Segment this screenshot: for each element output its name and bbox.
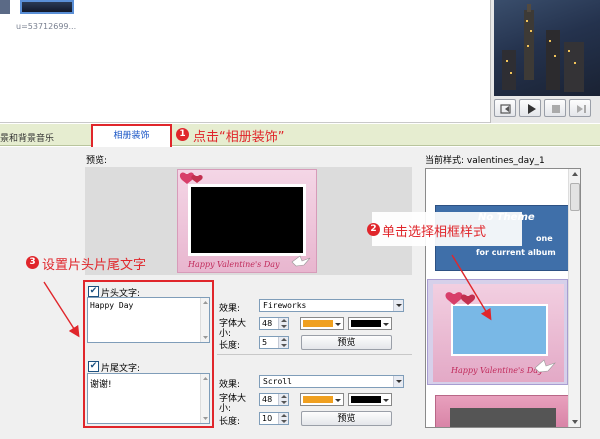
tail-text-color-swatch <box>303 396 333 403</box>
tail-length-stepper[interactable]: 10 <box>259 412 289 425</box>
head-preview-button[interactable]: 预览 <box>301 335 392 350</box>
head-length-label: 长度: <box>219 341 241 351</box>
tail-effect-value: Scroll <box>263 377 292 386</box>
tail-text-input[interactable]: 谢谢! <box>87 373 210 424</box>
head-length-value: 5 <box>262 338 268 347</box>
head-effect-label: 效果: <box>219 304 241 314</box>
head-text-value: Happy Day <box>90 301 134 310</box>
head-text-input[interactable]: Happy Day <box>87 297 210 343</box>
stepper-arrows-icon <box>281 319 287 328</box>
chevron-down-icon <box>383 323 389 326</box>
head-text-color-picker[interactable] <box>300 317 344 330</box>
tail-preview-button[interactable]: 预览 <box>301 411 392 426</box>
head-effect-value: Fireworks <box>263 301 307 310</box>
tail-effect-select[interactable]: Scroll <box>259 375 404 388</box>
tail-bg-color-picker[interactable] <box>348 393 392 406</box>
chevron-down-icon <box>335 399 341 402</box>
tail-length-value: 10 <box>262 414 273 423</box>
tail-size-label-b: 小: <box>219 404 232 414</box>
head-length-stepper[interactable]: 5 <box>259 336 289 349</box>
head-size-value: 48 <box>262 319 273 328</box>
stepper-arrows-icon <box>281 395 287 404</box>
chevron-down-icon <box>396 380 402 383</box>
head-text-checkbox[interactable]: ✔ <box>88 286 99 297</box>
tail-size-stepper[interactable]: 48 <box>259 393 289 406</box>
stepper-arrows-icon <box>281 414 287 423</box>
stepper-arrows-icon <box>281 338 287 347</box>
tail-effect-label: 效果: <box>219 380 241 390</box>
tail-text-scrollbar[interactable] <box>200 374 209 423</box>
tail-text-checkbox[interactable]: ✔ <box>88 361 99 372</box>
tail-length-label: 长度: <box>219 417 241 427</box>
chevron-down-icon <box>383 399 389 402</box>
tail-text-value: 谢谢! <box>90 380 112 390</box>
tail-bg-color-swatch <box>351 396 381 403</box>
tail-size-value: 48 <box>262 395 273 404</box>
head-text-color-swatch <box>303 320 333 327</box>
head-effect-select[interactable]: Fireworks <box>259 299 404 312</box>
head-text-scrollbar[interactable] <box>200 298 209 342</box>
head-bg-color-swatch <box>351 320 381 327</box>
head-size-stepper[interactable]: 48 <box>259 317 289 330</box>
head-bg-color-picker[interactable] <box>348 317 392 330</box>
chevron-down-icon <box>335 323 341 326</box>
chevron-down-icon <box>396 304 402 307</box>
tail-text-color-picker[interactable] <box>300 393 344 406</box>
section-divider <box>217 354 412 355</box>
